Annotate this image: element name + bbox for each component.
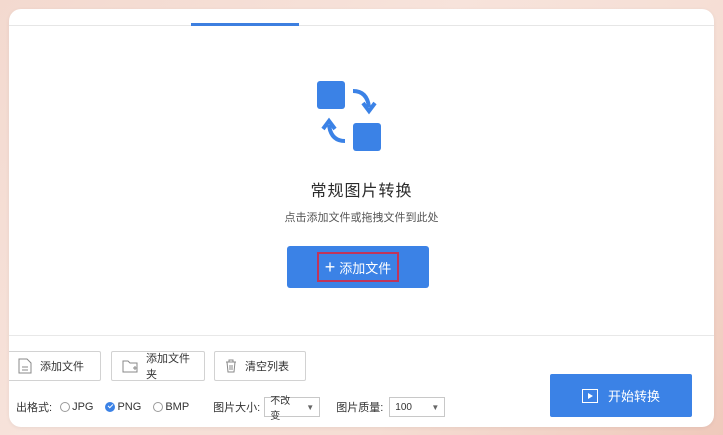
drop-hint-text: 点击添加文件或拖拽文件到此处 xyxy=(284,212,439,224)
clear-list-label: 清空列表 xyxy=(245,361,289,373)
add-file-label: 添加文件 xyxy=(40,361,84,373)
plus-icon: + xyxy=(324,257,336,277)
format-radio-png[interactable]: PNG xyxy=(105,401,141,413)
image-convert-icon xyxy=(317,81,381,151)
format-radio-bmp[interactable]: BMP xyxy=(153,401,189,413)
add-folder-label: 添加文件夹 xyxy=(146,353,190,381)
active-tab-indicator[interactable] xyxy=(191,23,299,26)
chevron-down-icon: ▼ xyxy=(431,402,440,412)
app-window: 常规图片转换 点击添加文件或拖拽文件到此处 + 添加文件 添加文件 添加文件夹 … xyxy=(9,9,714,427)
tab-bar-divider xyxy=(9,25,714,26)
output-format-label: 出格式: xyxy=(16,402,53,414)
trash-icon xyxy=(226,359,236,373)
options-row: 出格式: JPG PNG BMP 图片大小: 不改变 ▼ 图片质量: 100 ▼ xyxy=(16,396,446,422)
start-convert-button[interactable]: 开始转换 xyxy=(550,374,692,417)
play-icon xyxy=(581,388,598,403)
folder-icon xyxy=(122,360,138,373)
bottom-divider xyxy=(9,335,714,336)
highlight-box: + 添加文件 xyxy=(316,252,400,282)
radio-circle xyxy=(153,402,164,412)
image-quality-select[interactable]: 100 ▼ xyxy=(389,397,446,417)
image-size-label: 图片大小: xyxy=(213,402,261,414)
start-convert-label: 开始转换 xyxy=(607,389,660,404)
add-folder-button[interactable]: 添加文件夹 xyxy=(111,351,205,381)
chevron-down-icon: ▼ xyxy=(306,402,315,412)
add-file-main-button[interactable]: + 添加文件 xyxy=(287,246,429,288)
add-file-button[interactable]: 添加文件 xyxy=(9,351,101,381)
page-title: 常规图片转换 xyxy=(310,183,413,200)
image-quality-label: 图片质量: xyxy=(336,402,384,414)
format-radio-jpg[interactable]: JPG xyxy=(60,401,93,413)
image-size-select[interactable]: 不改变 ▼ xyxy=(264,396,321,422)
clear-list-button[interactable]: 清空列表 xyxy=(214,351,306,381)
radio-checked-icon xyxy=(105,402,116,412)
radio-circle xyxy=(60,402,71,412)
file-icon xyxy=(18,358,32,374)
add-file-main-label: 添加文件 xyxy=(339,260,392,276)
